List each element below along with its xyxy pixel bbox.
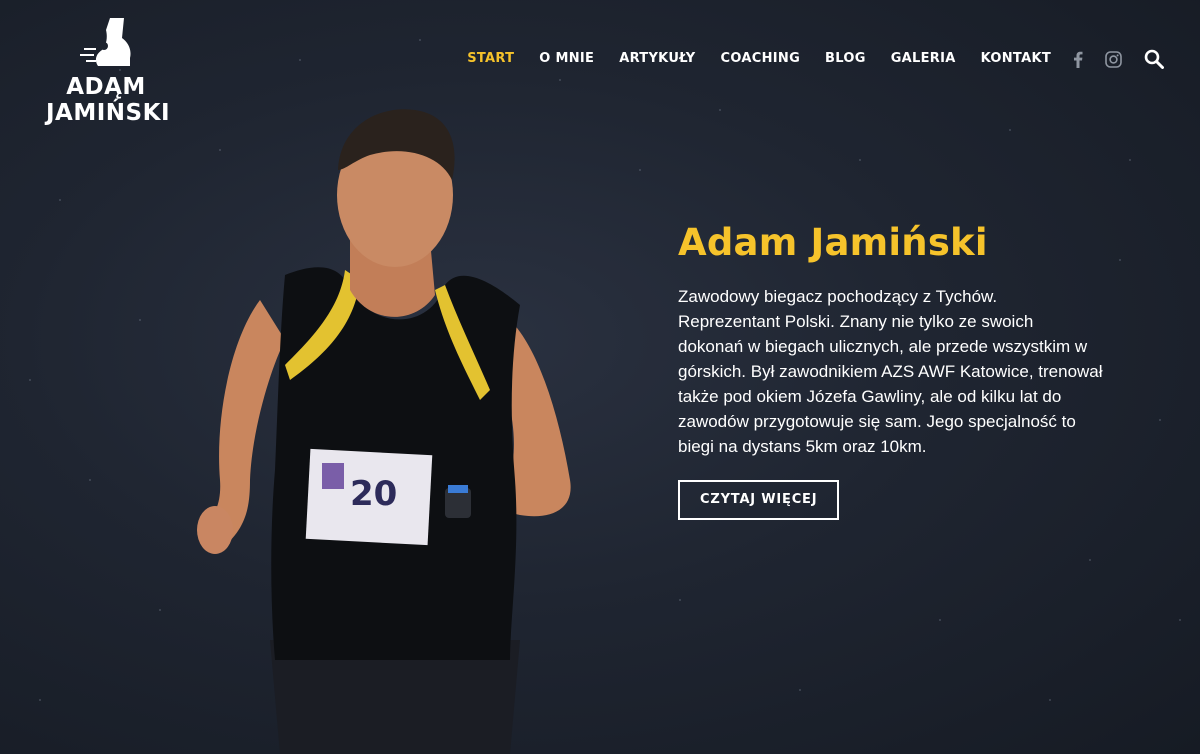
site-logo[interactable]: ADĄM JAMIŃSKI (46, 16, 170, 128)
bib-number: 20 (350, 474, 397, 514)
search-icon[interactable] (1144, 49, 1164, 69)
hero-description: Zawodowy biegacz pochodzący z Tychów. Re… (678, 287, 1103, 456)
running-foot-icon (80, 18, 131, 66)
logo-text-line1: ADĄM (66, 74, 146, 100)
nav-item-blog[interactable]: BLOG (825, 48, 866, 70)
hero-section: 20 ADĄM JAMIŃSKI START O MNIE ARTYKUŁY C… (0, 0, 1200, 754)
read-more-button[interactable]: CZYTAJ WIĘCEJ (678, 480, 840, 520)
nav-item-o-mnie[interactable]: O MNIE (539, 48, 594, 70)
logo-text-line2: JAMIŃSKI (46, 100, 170, 126)
nav-item-galeria[interactable]: GALERIA (891, 48, 956, 70)
nav-item-start[interactable]: START (467, 48, 514, 70)
hero-content: Adam Jamiński Zawodowy biegacz pochodząc… (678, 222, 1118, 520)
nav-item-kontakt[interactable]: KONTAKT (981, 48, 1051, 70)
instagram-icon[interactable] (1105, 50, 1122, 68)
hero-title: Adam Jamiński (678, 221, 988, 264)
main-navigation: START O MNIE ARTYKUŁY COACHING BLOG GALE… (442, 48, 1164, 70)
nav-item-coaching[interactable]: COACHING (721, 48, 801, 70)
nav-item-artykuly[interactable]: ARTYKUŁY (619, 48, 695, 70)
runner-photo: 20 (197, 109, 571, 754)
facebook-icon[interactable] (1073, 51, 1083, 68)
